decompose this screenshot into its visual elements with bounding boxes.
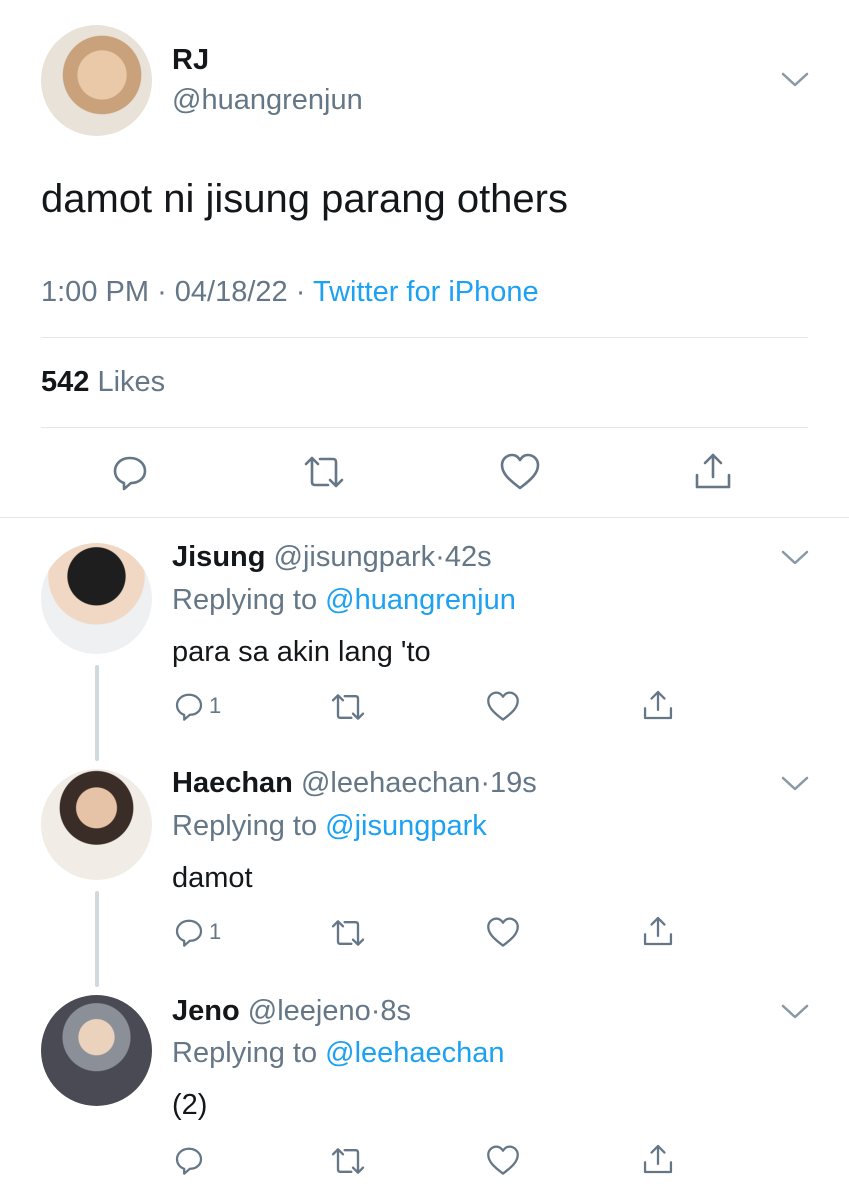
separator: · [435,541,445,573]
divider [41,337,808,338]
mention-link[interactable]: @leehaechan [325,1037,504,1069]
handle[interactable]: @leejeno [248,995,371,1027]
reply-icon[interactable] [110,452,150,492]
replying-label: Replying to [172,810,318,842]
reply-text: (2) [172,1089,208,1121]
avatar[interactable] [41,543,152,654]
share-icon[interactable] [692,450,734,492]
replying-label: Replying to [172,1037,318,1069]
avatar[interactable] [41,769,152,880]
replying-to: Replying to @leehaechan [172,1037,505,1070]
likes-stat[interactable]: 542 Likes [41,366,165,399]
avatar[interactable] [41,25,152,136]
retweet-icon[interactable] [328,692,368,722]
tweet-time: 1:00 PM [41,276,149,308]
like-icon[interactable] [498,452,542,492]
chevron-down-icon[interactable] [780,1002,810,1022]
replying-label: Replying to [172,584,318,616]
retweet-icon[interactable] [328,918,368,948]
thread-line [95,891,99,987]
reply-header: Jisung @jisungpark·42s [172,541,492,574]
like-icon[interactable] [485,1144,521,1177]
divider [41,427,808,428]
likes-label: Likes [97,366,166,398]
reply-icon[interactable]: 1 [173,690,221,722]
timestamp[interactable]: 8s [380,995,411,1027]
timestamp[interactable]: 42s [445,541,492,573]
separator: · [157,276,167,308]
display-name[interactable]: Haechan [172,767,293,799]
reply-icon[interactable]: 1 [173,916,221,948]
chevron-down-icon[interactable] [780,548,810,568]
reply-count: 1 [209,693,222,718]
reply-text: damot [172,862,253,894]
like-icon[interactable] [485,916,521,949]
separator: · [370,995,381,1027]
reply-text: para sa akin lang 'to [172,636,431,668]
handle[interactable]: @leehaechan [301,767,480,799]
timestamp[interactable]: 19s [490,767,537,799]
thread-line [95,665,99,761]
handle[interactable]: @huangrenjun [172,84,363,117]
tweet-source[interactable]: Twitter for iPhone [313,276,539,308]
tweet-date: 04/18/22 [174,276,288,308]
chevron-down-icon[interactable] [780,70,810,90]
retweet-icon[interactable] [300,454,348,490]
replying-to: Replying to @huangrenjun [172,584,516,617]
display-name[interactable]: Jeno [172,995,240,1027]
separator: · [480,767,491,799]
retweet-icon[interactable] [328,1146,368,1176]
handle[interactable]: @jisungpark [274,541,436,573]
reply-count: 1 [209,919,222,944]
tweet-meta: 1:00 PM · 04/18/22 · Twitter for iPhone [41,276,539,309]
reply-header: Haechan @leehaechan·19s [172,767,537,800]
share-icon[interactable] [641,1142,675,1176]
avatar[interactable] [41,995,152,1106]
display-name[interactable]: RJ [172,44,209,77]
mention-link[interactable]: @jisungpark [325,810,487,842]
divider [0,517,849,518]
mention-link[interactable]: @huangrenjun [325,584,516,616]
reply-icon[interactable] [173,1144,209,1176]
reply-header: Jeno @leejeno·8s [172,995,411,1028]
share-icon[interactable] [641,688,675,722]
share-icon[interactable] [641,914,675,948]
separator: · [295,276,306,308]
likes-count: 542 [41,366,90,398]
tweet-text: damot ni jisung parang others [41,177,568,221]
like-icon[interactable] [485,690,521,723]
replying-to: Replying to @jisungpark [172,810,487,843]
display-name[interactable]: Jisung [172,541,265,573]
chevron-down-icon[interactable] [780,774,810,794]
